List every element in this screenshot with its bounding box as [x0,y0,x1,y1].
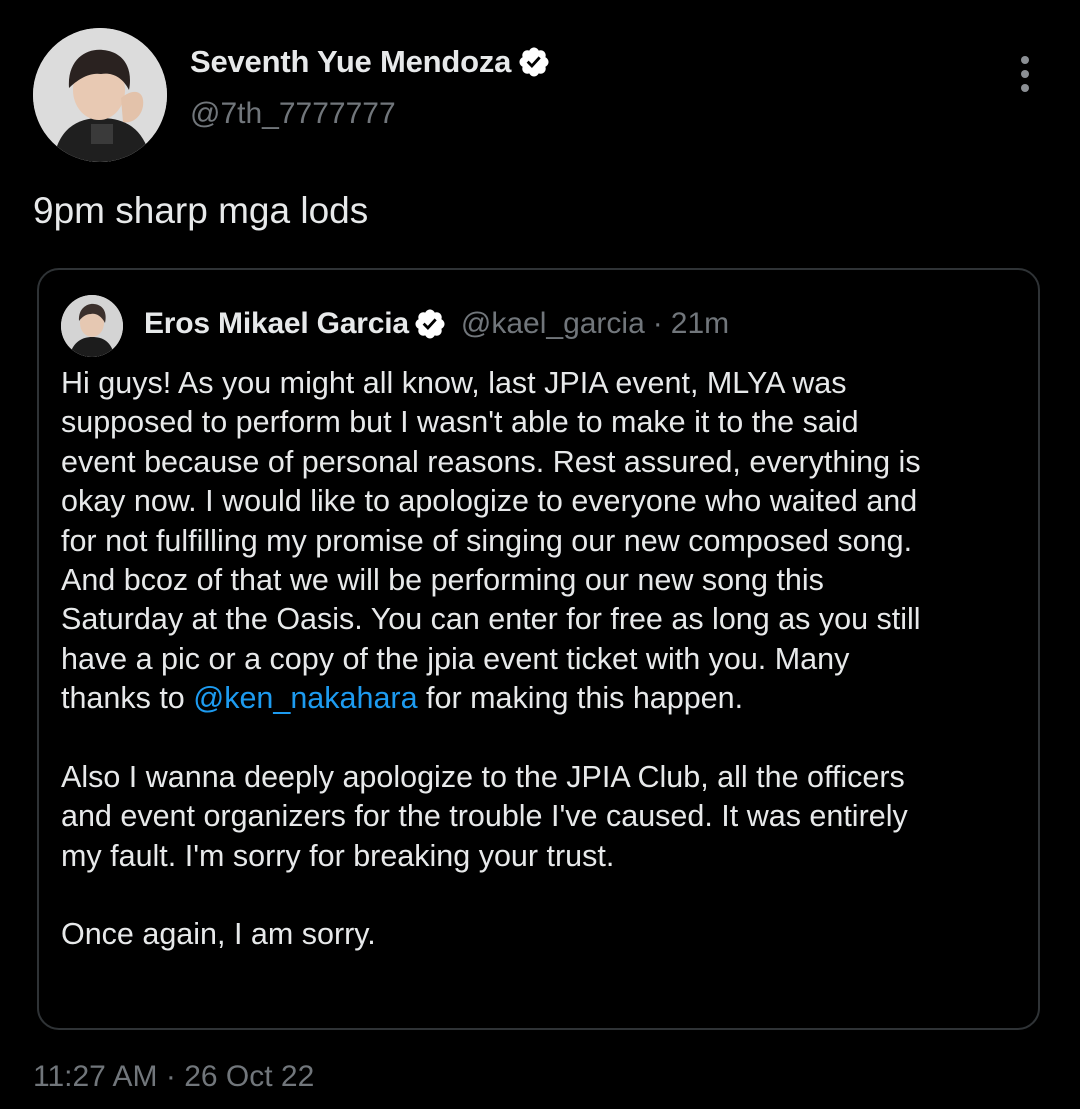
quoted-tweet-header: Eros Mikael Garcia @kael_garcia · 21m [144,304,729,344]
body-line: And bcoz of that we will be performing o… [61,562,824,597]
quoted-author-name[interactable]: Eros Mikael Garcia [144,307,409,341]
quoted-tweet-card[interactable]: Eros Mikael Garcia @kael_garcia · 21m Hi… [37,268,1040,1030]
tweet-time: 11:27 AM [33,1060,158,1093]
tweet-date: 26 Oct 22 [184,1060,315,1093]
body-line: okay now. I would like to apologize to e… [61,484,918,519]
quoted-tweet-time[interactable]: 21m [671,307,729,341]
body-line: Also I wanna deeply apologize to the JPI… [61,759,905,794]
author-avatar[interactable] [33,28,167,162]
timestamp-separator: · [165,1060,176,1093]
author-name[interactable]: Seventh Yue Mendoza [190,44,511,80]
body-line: supposed to perform but I wasn't able to… [61,405,859,440]
body-line: Hi guys! As you might all know, last JPI… [61,366,847,400]
mention-link[interactable]: @ken_nakahara [193,681,417,715]
body-line: Saturday at the Oasis. You can enter for… [61,602,921,637]
body-line: thanks to @ken_nakahara for making this … [61,679,1021,718]
author-handle[interactable]: @7th_7777777 [190,97,396,131]
verified-badge-icon [415,309,445,339]
more-options-icon[interactable] [1010,52,1040,96]
body-line: my fault. I'm sorry for breaking your tr… [61,838,615,873]
body-text: thanks to [61,681,194,716]
body-line: Once again, I am sorry. [61,917,376,952]
body-line: and event organizers for the trouble I'v… [61,799,908,834]
body-line: event because of personal reasons. Rest … [61,444,921,479]
header-separator: · [652,307,663,340]
quoted-author-handle[interactable]: @kael_garcia [461,307,645,341]
body-line: for not fulfilling my promise of singing… [61,523,913,558]
quoted-tweet-body: Hi guys! As you might all know, last JPI… [61,364,1021,955]
quoted-author-avatar[interactable] [61,295,123,357]
author-name-row[interactable]: Seventh Yue Mendoza [190,42,551,82]
body-text: for making this happen. [417,681,744,716]
body-line: have a pic or a copy of the jpia event t… [61,641,850,676]
tweet-timestamp[interactable]: 11:27 AM · 26 Oct 22 [33,1060,314,1094]
tweet-text: 9pm sharp mga lods [33,190,369,231]
verified-badge-icon [519,47,549,77]
